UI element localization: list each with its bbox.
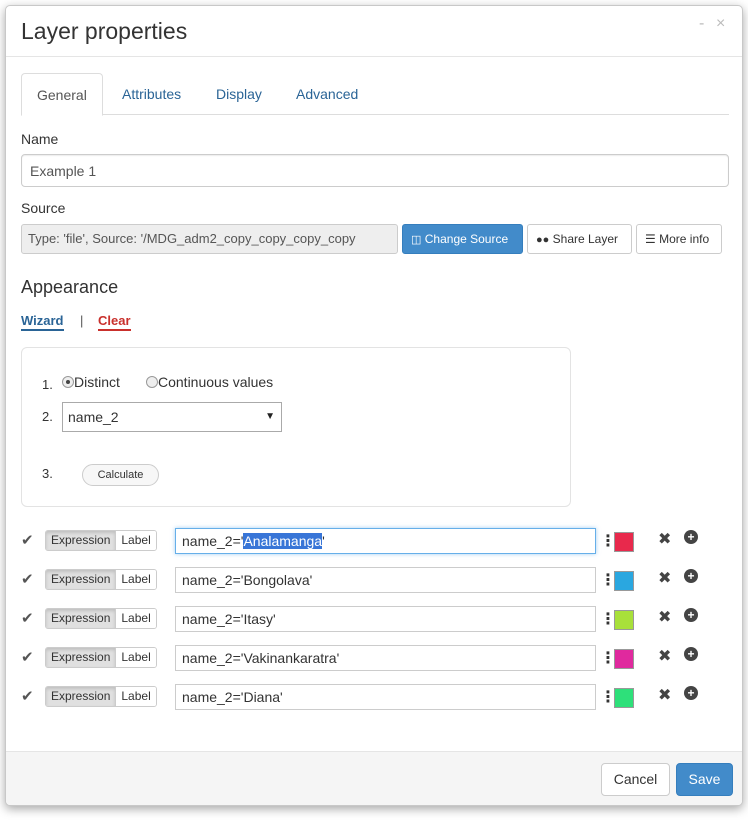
color-swatch[interactable]: [614, 649, 634, 669]
appearance-heading: Appearance: [21, 277, 119, 297]
check-icon[interactable]: ✔: [21, 570, 34, 588]
source-field[interactable]: Type: 'file', Source: '/MDG_adm2_copy_co…: [21, 224, 398, 254]
expression-label-toggle: Expression Label: [45, 647, 157, 668]
name-label: Name: [21, 131, 59, 147]
expression-input[interactable]: name_2='Bongolava': [175, 567, 596, 593]
add-circle-icon[interactable]: +: [684, 686, 698, 700]
expression-label-toggle: Expression Label: [45, 569, 157, 590]
more-info-button[interactable]: ☰ More info: [636, 224, 722, 254]
check-icon[interactable]: ✔: [21, 687, 34, 705]
remove-icon[interactable]: ✖: [658, 529, 671, 549]
color-swatch[interactable]: [614, 688, 634, 708]
calculate-button[interactable]: Calculate: [82, 464, 159, 486]
add-circle-icon[interactable]: +: [684, 569, 698, 583]
label-toggle[interactable]: Label: [116, 609, 156, 628]
expression-input[interactable]: name_2='Diana': [175, 684, 596, 710]
tab-advanced[interactable]: Advanced: [281, 73, 373, 115]
add-circle-icon[interactable]: +: [684, 530, 698, 544]
tab-attributes[interactable]: Attributes: [107, 73, 196, 115]
label-toggle[interactable]: Label: [116, 648, 156, 667]
link-separator: |: [80, 313, 84, 328]
expression-toggle[interactable]: Expression: [46, 531, 117, 550]
tab-general[interactable]: General: [21, 73, 103, 116]
remove-icon[interactable]: ✖: [658, 568, 671, 588]
minimize-icon[interactable]: -: [699, 16, 704, 32]
step-2-number: 2.: [42, 409, 53, 424]
cancel-button[interactable]: Cancel: [601, 763, 670, 796]
rule-row: ✔ Expression Label name_2='Bongolava' ⋮ …: [21, 567, 721, 593]
color-swatch[interactable]: [614, 532, 634, 552]
wizard-link[interactable]: Wizard: [21, 313, 64, 331]
add-circle-icon[interactable]: +: [684, 647, 698, 661]
expression-input[interactable]: name_2='Itasy': [175, 606, 596, 632]
remove-icon[interactable]: ✖: [658, 646, 671, 666]
step-1-number: 1.: [42, 377, 53, 392]
tab-display[interactable]: Display: [201, 73, 277, 115]
radio-unchecked-icon: [146, 376, 158, 388]
step-3-number: 3.: [42, 466, 53, 481]
dialog-footer: Cancel Save: [6, 751, 742, 805]
expression-toggle[interactable]: Expression: [46, 609, 117, 628]
users-icon: ●●: [536, 234, 550, 246]
close-icon[interactable]: ×: [716, 16, 725, 32]
expression-label-toggle: Expression Label: [45, 686, 157, 707]
source-label: Source: [21, 200, 66, 216]
expression-toggle[interactable]: Expression: [46, 687, 117, 706]
save-button[interactable]: Save: [676, 763, 733, 796]
rule-row: ✔ Expression Label name_2='Vakinankaratr…: [21, 645, 721, 671]
label-toggle[interactable]: Label: [116, 687, 156, 706]
rule-row: ✔ Expression Label name_2='Diana' ⋮ ✖ +: [21, 684, 721, 710]
continuous-radio[interactable]: Continuous values: [146, 374, 273, 390]
name-input[interactable]: [21, 154, 729, 187]
expression-toggle[interactable]: Expression: [46, 648, 117, 667]
caret-down-icon: ▼: [265, 411, 275, 422]
color-swatch[interactable]: [614, 571, 634, 591]
label-toggle[interactable]: Label: [116, 570, 156, 589]
dialog-header: Layer properties - ×: [6, 6, 742, 57]
wizard-panel: 1. Distinct Continuous values 2. name_2 …: [21, 347, 571, 507]
remove-icon[interactable]: ✖: [658, 685, 671, 705]
list-icon: ☰: [645, 232, 656, 246]
radio-checked-icon: [62, 376, 74, 388]
dialog-title: Layer properties: [21, 18, 188, 44]
change-source-button[interactable]: ◫ Change Source: [402, 224, 523, 254]
expression-label-toggle: Expression Label: [45, 530, 157, 551]
check-icon[interactable]: ✔: [21, 531, 34, 549]
color-swatch[interactable]: [614, 610, 634, 630]
add-circle-icon[interactable]: +: [684, 608, 698, 622]
field-select[interactable]: name_2 ▼: [62, 402, 282, 432]
expression-input[interactable]: name_2='Vakinankaratra': [175, 645, 596, 671]
label-toggle[interactable]: Label: [116, 531, 156, 550]
tab-bar: General Attributes Display Advanced: [21, 73, 729, 116]
expression-toggle[interactable]: Expression: [46, 570, 117, 589]
rule-row: ✔ Expression Label name_2='Analamanga' ⋮…: [21, 528, 721, 554]
expression-label-toggle: Expression Label: [45, 608, 157, 629]
database-icon: ◫: [411, 234, 422, 246]
share-layer-button[interactable]: ●● Share Layer: [527, 224, 632, 254]
remove-icon[interactable]: ✖: [658, 607, 671, 627]
clear-link[interactable]: Clear: [98, 313, 131, 331]
distinct-radio[interactable]: Distinct: [62, 374, 120, 390]
check-icon[interactable]: ✔: [21, 648, 34, 666]
check-icon[interactable]: ✔: [21, 609, 34, 627]
layer-properties-dialog: Layer properties - × General Attributes …: [5, 5, 743, 806]
expression-input[interactable]: name_2='Analamanga': [175, 528, 596, 554]
rule-row: ✔ Expression Label name_2='Itasy' ⋮ ✖ +: [21, 606, 721, 632]
